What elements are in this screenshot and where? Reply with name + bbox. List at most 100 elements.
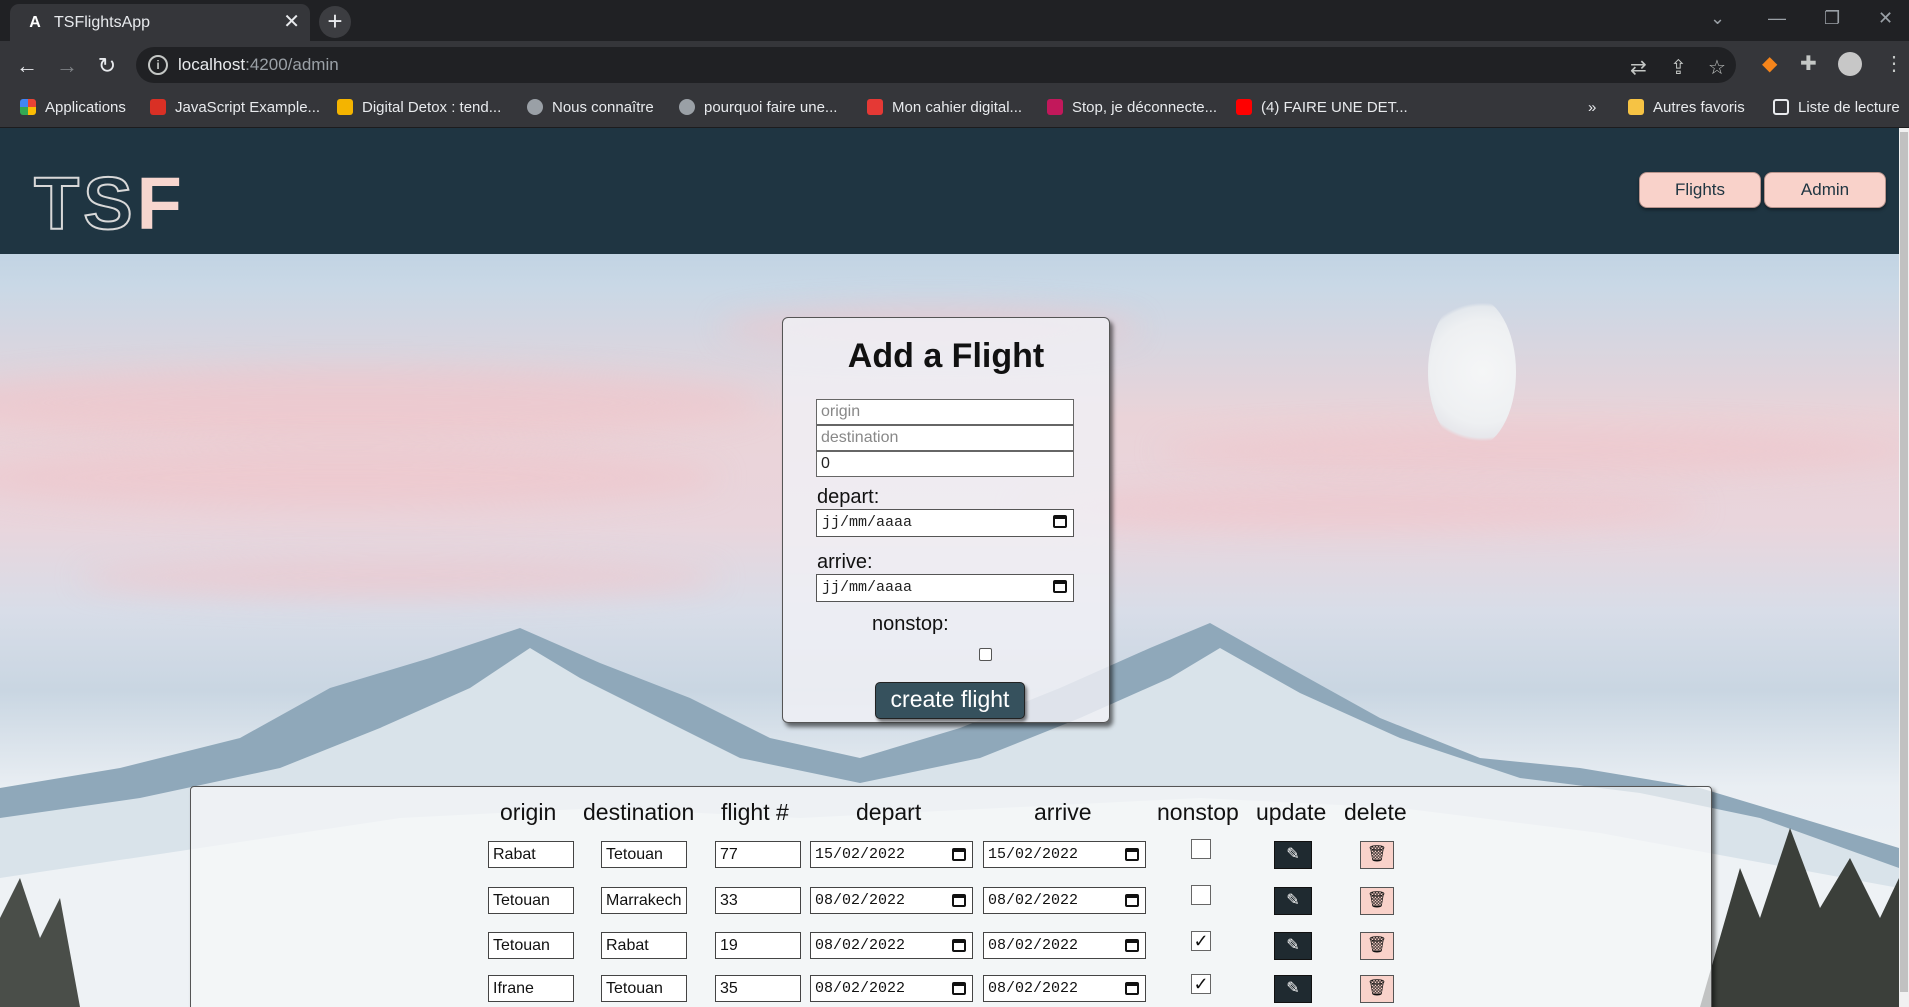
bookmark-item[interactable]: Mon cahier digital...: [867, 99, 1022, 119]
calendar-icon[interactable]: [952, 982, 966, 995]
vivaldi-icon: [150, 99, 166, 115]
row-flight-number-input[interactable]: 35: [715, 975, 801, 1002]
delete-button[interactable]: 🗑: [1360, 932, 1394, 960]
menu-dots-icon[interactable]: ⋮: [1884, 51, 1904, 76]
add-flight-card: Add a Flight depart: jj/mm/aaaa arrive: …: [782, 317, 1110, 723]
row-arrive-date-input[interactable]: 08/02/2022: [983, 975, 1146, 1002]
create-flight-button[interactable]: create flight: [875, 682, 1025, 719]
column-header-origin: origin: [500, 799, 557, 825]
row-depart-date-input[interactable]: 15/02/2022: [810, 841, 973, 868]
translate-icon[interactable]: ⇄: [1630, 55, 1647, 80]
row-nonstop-checkbox[interactable]: [1191, 885, 1211, 905]
bookmark-star-icon[interactable]: ☆: [1708, 55, 1726, 80]
bookmark-item[interactable]: Digital Detox : tend...: [337, 99, 501, 119]
background-cloud: [0, 448, 720, 508]
scrollbar-thumb[interactable]: [1900, 132, 1908, 992]
page-viewport: TSF Flights Admin Add a Flight depart: j…: [0, 128, 1899, 1007]
row-nonstop-checkbox[interactable]: ✓: [1191, 974, 1211, 994]
bookmark-item[interactable]: (4) FAIRE UNE DET...: [1236, 99, 1408, 119]
arrive-date-input[interactable]: jj/mm/aaaa: [816, 574, 1074, 602]
browser-toolbar: ← → ↻ i localhost:4200/admin ⇄ ⇪ ☆ ◆ ✚ ⋮: [0, 41, 1909, 90]
calendar-icon[interactable]: [1125, 939, 1139, 952]
row-arrive-date-input[interactable]: 08/02/2022: [983, 887, 1146, 914]
nonstop-checkbox[interactable]: [979, 648, 992, 661]
row-destination-input[interactable]: Tetouan: [601, 975, 687, 1002]
globe-icon: [527, 99, 543, 115]
row-depart-date-input[interactable]: 08/02/2022: [810, 887, 973, 914]
flight-number-input[interactable]: [816, 451, 1074, 477]
bookmark-item[interactable]: pourquoi faire une...: [679, 99, 837, 119]
row-flight-number-input[interactable]: 19: [715, 932, 801, 959]
calendar-icon[interactable]: [1125, 894, 1139, 907]
row-flight-number-input[interactable]: 77: [715, 841, 801, 868]
column-header-nonstop: nonstop: [1157, 799, 1239, 825]
destination-input[interactable]: [816, 425, 1074, 451]
row-nonstop-checkbox[interactable]: [1191, 839, 1211, 859]
reload-icon[interactable]: ↻: [92, 51, 122, 81]
tsf-logo[interactable]: TSF: [33, 163, 186, 245]
row-nonstop-checkbox[interactable]: ✓: [1191, 931, 1211, 951]
row-depart-date-input[interactable]: 08/02/2022: [810, 975, 973, 1002]
background-cloud: [80, 558, 720, 598]
reading-list-button[interactable]: Liste de lecture: [1773, 99, 1900, 119]
row-origin-input[interactable]: Ifrane: [488, 975, 574, 1002]
row-arrive-date-input[interactable]: 15/02/2022: [983, 841, 1146, 868]
column-header-arrive: arrive: [1034, 799, 1092, 825]
angular-favicon-icon: A: [29, 14, 41, 31]
calendar-icon[interactable]: [952, 848, 966, 861]
calendar-icon[interactable]: [1053, 580, 1067, 593]
nav-admin-button[interactable]: Admin: [1764, 172, 1886, 208]
background-cloud: [1020, 488, 1700, 528]
calendar-icon[interactable]: [1053, 515, 1067, 528]
bookmark-item[interactable]: JavaScript Example...: [150, 99, 320, 119]
calendar-icon[interactable]: [1125, 848, 1139, 861]
bookmark-item[interactable]: Nous connaître: [527, 99, 654, 119]
bookmarks-overflow-icon[interactable]: »: [1588, 99, 1596, 119]
row-origin-input[interactable]: Rabat: [488, 841, 574, 868]
row-origin-input[interactable]: Tetouan: [488, 932, 574, 959]
site-info-icon[interactable]: i: [148, 55, 168, 75]
row-destination-input[interactable]: Tetouan: [601, 841, 687, 868]
calendar-icon[interactable]: [952, 939, 966, 952]
new-tab-button[interactable]: +: [319, 6, 351, 38]
depart-date-input[interactable]: jj/mm/aaaa: [816, 509, 1074, 537]
minimize-icon[interactable]: —: [1768, 8, 1786, 29]
row-depart-date-input[interactable]: 08/02/2022: [810, 932, 973, 959]
share-icon[interactable]: ⇪: [1670, 55, 1687, 80]
close-window-icon[interactable]: ✕: [1878, 8, 1893, 29]
row-destination-input[interactable]: Marrakech: [601, 887, 687, 914]
metamask-extension-icon[interactable]: ◆: [1762, 51, 1777, 76]
row-flight-number-input[interactable]: 33: [715, 887, 801, 914]
row-origin-input[interactable]: Tetouan: [488, 887, 574, 914]
forward-icon[interactable]: →: [52, 51, 82, 81]
calendar-icon[interactable]: [1125, 982, 1139, 995]
app-header: TSF Flights Admin: [0, 128, 1899, 254]
tab-search-icon[interactable]: ⌄: [1710, 8, 1725, 29]
back-icon[interactable]: ←: [12, 51, 42, 81]
update-button[interactable]: ✎: [1274, 975, 1312, 1003]
update-button[interactable]: ✎: [1274, 932, 1312, 960]
address-bar[interactable]: i localhost:4200/admin ⇄ ⇪ ☆: [136, 47, 1736, 83]
page-scrollbar[interactable]: [1899, 128, 1909, 1007]
close-tab-icon[interactable]: ✕: [283, 12, 300, 32]
update-button[interactable]: ✎: [1274, 841, 1312, 869]
extensions-puzzle-icon[interactable]: ✚: [1800, 51, 1817, 76]
update-button[interactable]: ✎: [1274, 887, 1312, 915]
row-arrive-date-input[interactable]: 08/02/2022: [983, 932, 1146, 959]
edit-icon: ✎: [1286, 846, 1300, 863]
bookmark-folder-other[interactable]: Autres favoris: [1628, 99, 1745, 119]
site-icon: [1047, 99, 1063, 115]
bookmark-applications[interactable]: Applications: [20, 99, 126, 119]
delete-button[interactable]: 🗑: [1360, 841, 1394, 869]
profile-avatar[interactable]: [1838, 52, 1862, 76]
restore-icon[interactable]: ❐: [1824, 8, 1840, 29]
delete-button[interactable]: 🗑: [1360, 887, 1394, 915]
origin-input[interactable]: [816, 399, 1074, 425]
column-header-destination: destination: [583, 799, 695, 825]
row-destination-input[interactable]: Rabat: [601, 932, 687, 959]
bookmark-item[interactable]: Stop, je déconnecte...: [1047, 99, 1217, 119]
delete-button[interactable]: 🗑: [1360, 975, 1394, 1003]
browser-tab[interactable]: A TSFlightsApp ✕: [10, 4, 310, 41]
calendar-icon[interactable]: [952, 894, 966, 907]
nav-flights-button[interactable]: Flights: [1639, 172, 1761, 208]
